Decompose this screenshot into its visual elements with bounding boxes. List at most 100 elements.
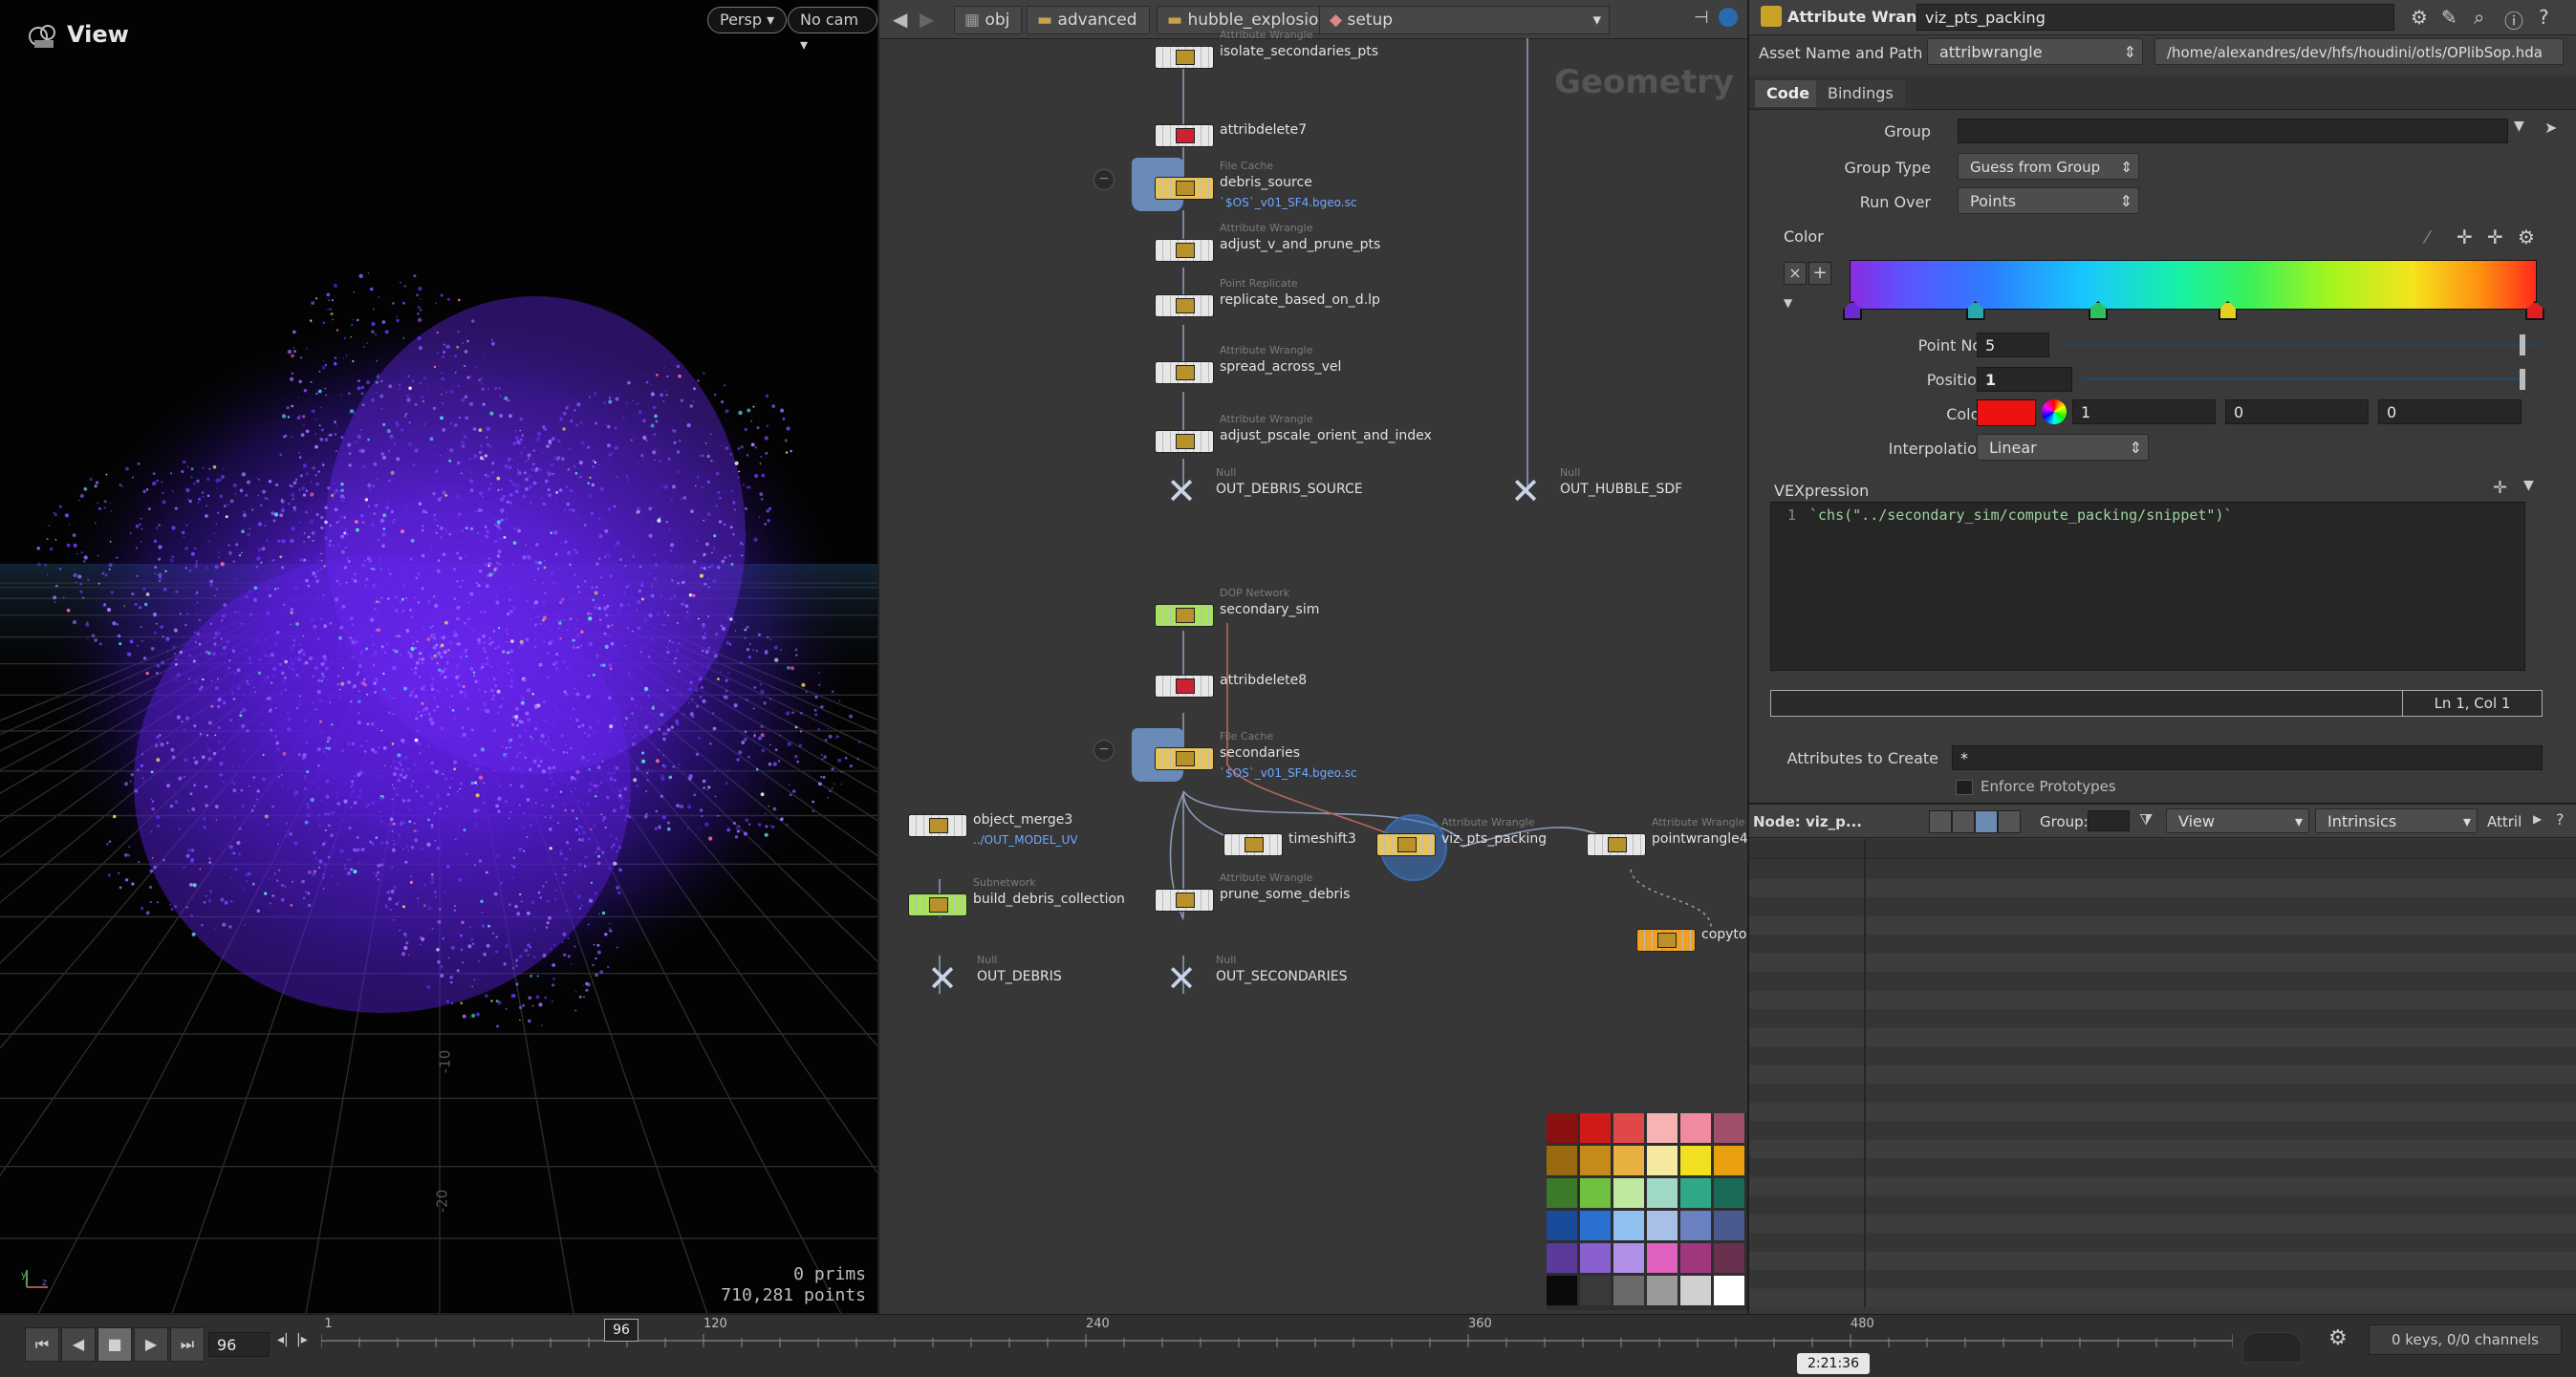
back-arrow-icon[interactable]: ◀: [893, 8, 907, 31]
point-mode-icon[interactable]: [1929, 810, 1952, 833]
node-body[interactable]: [1155, 430, 1214, 453]
palette-swatch[interactable]: [1613, 1113, 1644, 1143]
palette-swatch[interactable]: [1647, 1276, 1678, 1305]
palette-swatch[interactable]: [1680, 1146, 1711, 1175]
persp-menu-button[interactable]: Persp ▾: [707, 7, 788, 33]
palette-swatch[interactable]: [1647, 1113, 1678, 1143]
palette-swatch[interactable]: [1714, 1276, 1744, 1305]
node-name-label[interactable]: object_merge3: [973, 812, 1072, 828]
step-back-icon[interactable]: ◂|: [277, 1332, 289, 1347]
vertex-mode-icon[interactable]: [1952, 810, 1975, 833]
filter-icon[interactable]: ⧩: [2139, 810, 2153, 829]
node-name-label[interactable]: viz_pts_packing: [1441, 831, 1547, 847]
node-body[interactable]: [1155, 46, 1214, 69]
info-icon[interactable]: ⓘ: [2504, 6, 2523, 33]
group-input[interactable]: [1958, 118, 2508, 143]
collapse-icon[interactable]: −: [1093, 740, 1115, 761]
node-name-label[interactable]: secondary_sim: [1220, 602, 1319, 617]
jump-start-icon[interactable]: ⏮: [25, 1327, 59, 1362]
collapse-icon[interactable]: −: [1093, 169, 1115, 190]
node-body[interactable]: [908, 814, 967, 837]
sheet-group-field[interactable]: [2088, 810, 2130, 831]
help-icon[interactable]: ?: [2556, 810, 2565, 828]
node-body[interactable]: [1155, 604, 1214, 627]
palette-swatch[interactable]: [1714, 1211, 1744, 1240]
palette-swatch[interactable]: [1547, 1146, 1577, 1175]
ramp-settings-icon[interactable]: ⚙: [2518, 226, 2535, 248]
detail-mode-icon[interactable]: [1998, 810, 2021, 833]
camera-menu-button[interactable]: No cam ▾: [788, 7, 877, 54]
select-arrow-icon[interactable]: ➤: [2544, 118, 2557, 137]
color-palette[interactable]: [1547, 1113, 1747, 1310]
node-name-label[interactable]: spread_across_vel: [1220, 359, 1341, 375]
node-body[interactable]: [1223, 833, 1283, 856]
node-name-label[interactable]: OUT_HUBBLE_SDF: [1560, 482, 1682, 497]
chevron-down-icon[interactable]: ▼: [2514, 118, 2524, 134]
brush-icon[interactable]: ✎: [2441, 6, 2457, 29]
palette-swatch[interactable]: [1613, 1211, 1644, 1240]
current-frame-field[interactable]: 96: [208, 1332, 270, 1357]
chevron-right-icon[interactable]: ▶: [2533, 812, 2542, 826]
palette-swatch[interactable]: [1680, 1243, 1711, 1273]
palette-swatch[interactable]: [1647, 1243, 1678, 1273]
ramp-key-handle[interactable]: [1965, 301, 1985, 320]
ramp-key-handle[interactable]: [1843, 301, 1862, 320]
sheet-intrinsics-dropdown[interactable]: Intrinsics ▾: [2315, 808, 2478, 833]
node-name-label[interactable]: secondaries: [1220, 745, 1300, 761]
breadcrumb-advanced[interactable]: ▬ advanced: [1027, 6, 1150, 34]
node-name-label[interactable]: isolate_secondaries_pts: [1220, 44, 1378, 59]
enforce-prototypes-checkbox[interactable]: [1956, 780, 1973, 795]
palette-swatch[interactable]: [1714, 1113, 1744, 1143]
palette-swatch[interactable]: [1580, 1276, 1611, 1305]
node-body[interactable]: [1155, 177, 1214, 200]
scene-viewport[interactable]: View Persp ▾ No cam ▾ -10 -20 y z 0 prim…: [0, 0, 877, 1314]
keys-settings-icon[interactable]: ⚙: [2328, 1326, 2348, 1350]
node-body[interactable]: [1155, 889, 1214, 912]
node-name-label[interactable]: prune_some_debris: [1220, 887, 1350, 902]
node-name-label[interactable]: adjust_pscale_orient_and_index: [1220, 428, 1432, 443]
palette-swatch[interactable]: [1613, 1146, 1644, 1175]
stop-icon[interactable]: ■: [97, 1327, 132, 1362]
help-icon[interactable]: ?: [2539, 6, 2549, 29]
node-name-label[interactable]: OUT_DEBRIS_SOURCE: [1216, 482, 1363, 497]
node-body[interactable]: [1587, 833, 1646, 856]
realtime-toggle[interactable]: [2242, 1332, 2302, 1363]
node-name-label[interactable]: OUT_DEBRIS: [977, 969, 1062, 984]
node-name-label[interactable]: copytop: [1701, 927, 1749, 942]
forward-arrow-icon[interactable]: ▶: [920, 8, 934, 31]
play-forward-icon[interactable]: ▶: [134, 1327, 168, 1362]
code-line[interactable]: `chs("../secondary_sim/compute_packing/s…: [1809, 506, 2233, 524]
ramp-edit-icon[interactable]: ⁄: [2426, 227, 2429, 247]
asset-path-dropdown[interactable]: /home/alexandres/dev/hfs/houdini/otls/OP…: [2154, 38, 2564, 65]
node-name-label[interactable]: replicate_based_on_d.lp: [1220, 292, 1380, 308]
node-name-label[interactable]: attribdelete7: [1220, 122, 1307, 138]
node-name-label[interactable]: timeshift3: [1288, 831, 1356, 847]
node-name-field[interactable]: viz_pts_packing: [1916, 4, 2394, 31]
group-type-dropdown[interactable]: Guess from Group ⇕: [1958, 153, 2139, 180]
network-editor[interactable]: ◀ ▶ ▦ obj ▬ advanced ▬ hubble_explosion …: [877, 0, 1749, 1314]
asset-name-dropdown[interactable]: attribwrangle ⇕: [1927, 38, 2143, 65]
jump-end-icon[interactable]: ⏭: [170, 1327, 205, 1362]
attributes-to-create-field[interactable]: *: [1952, 745, 2543, 770]
vex-code-editor[interactable]: 1 `chs("../secondary_sim/compute_packing…: [1770, 502, 2525, 671]
ramp-key-handle[interactable]: [2218, 301, 2238, 320]
node-body[interactable]: [1155, 747, 1214, 770]
run-over-dropdown[interactable]: Points ⇕: [1958, 187, 2139, 214]
palette-swatch[interactable]: [1680, 1211, 1711, 1240]
sheet-view-dropdown[interactable]: View ▾: [2166, 808, 2309, 833]
search-icon[interactable]: ⌕: [2474, 6, 2484, 29]
ramp-expand-icon[interactable]: ▼: [1784, 296, 1792, 310]
palette-swatch[interactable]: [1547, 1113, 1577, 1143]
node-name-label[interactable]: build_debris_collection: [973, 892, 1125, 907]
breadcrumb-obj[interactable]: ▦ obj: [954, 6, 1023, 34]
keys-channels-label[interactable]: 0 keys, 0/0 channels: [2369, 1324, 2562, 1355]
palette-swatch[interactable]: [1680, 1276, 1711, 1305]
link-icon[interactable]: [1719, 8, 1738, 27]
tab-code[interactable]: Code: [1755, 80, 1822, 107]
palette-swatch[interactable]: [1647, 1178, 1678, 1208]
palette-swatch[interactable]: [1580, 1211, 1611, 1240]
ramp-add-icon[interactable]: ✛: [2457, 226, 2473, 248]
node-body[interactable]: [1155, 675, 1214, 698]
palette-swatch[interactable]: [1613, 1276, 1644, 1305]
breadcrumb-setup[interactable]: ◆ setup ▾: [1319, 6, 1610, 34]
